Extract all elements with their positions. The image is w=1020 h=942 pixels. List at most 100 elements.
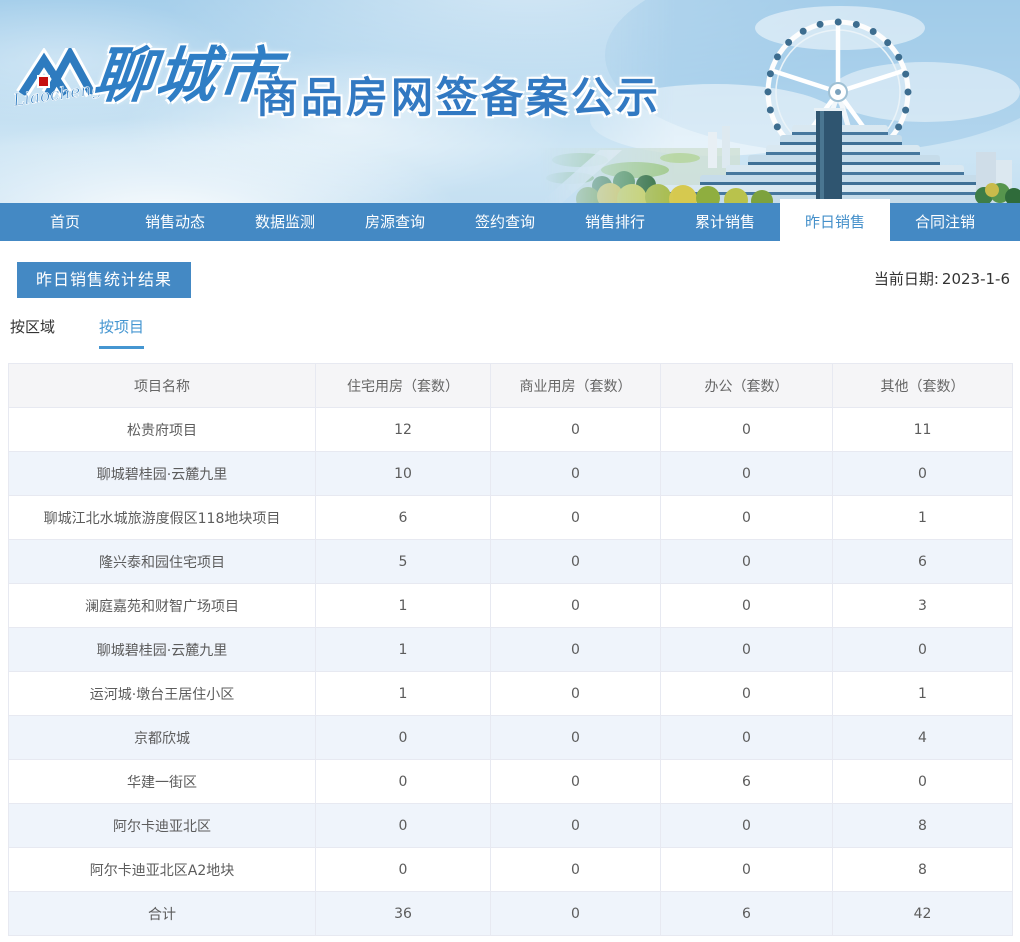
count-cell: 0 — [490, 803, 661, 848]
project-name-cell: 聊城碧桂园·云麓九里 — [8, 451, 316, 496]
column-header: 项目名称 — [8, 363, 316, 408]
column-header: 商业用房（套数） — [490, 363, 661, 408]
count-cell: 0 — [315, 847, 491, 892]
column-header: 其他（套数） — [832, 363, 1013, 408]
tab-by-project[interactable]: 按项目 — [99, 316, 145, 349]
count-cell: 0 — [490, 671, 661, 716]
table-row: 华建一街区 0 0 6 0 — [8, 759, 1013, 804]
table-row: 聊城碧桂园·云麓九里 10 0 0 0 — [8, 451, 1013, 496]
count-cell: 0 — [660, 539, 833, 584]
count-cell: 3 — [832, 583, 1013, 628]
project-name-cell: 澜庭嘉苑和财智广场项目 — [8, 583, 316, 628]
count-cell: 0 — [315, 715, 491, 760]
section-title-badge: 昨日销售统计结果 — [17, 262, 192, 298]
tab-by-region[interactable]: 按区域 — [10, 316, 55, 349]
count-cell: 36 — [315, 891, 491, 936]
count-cell: 1 — [832, 495, 1013, 540]
count-cell: 0 — [490, 715, 661, 760]
project-name-cell: 阿尔卡迪亚北区 — [8, 803, 316, 848]
site-banner: Liaocheng 聊城市 商品房网签备案公示 — [0, 0, 1020, 203]
count-cell: 6 — [315, 495, 491, 540]
table-header-row: 项目名称 住宅用房（套数） 商业用房（套数） 办公（套数） 其他（套数） — [8, 363, 1013, 408]
count-cell: 42 — [832, 891, 1013, 936]
count-cell: 0 — [490, 759, 661, 804]
count-cell: 0 — [832, 451, 1013, 496]
table-row: 阿尔卡迪亚北区A2地块 0 0 0 8 — [8, 847, 1013, 892]
count-cell: 1 — [315, 671, 491, 716]
count-cell: 0 — [660, 407, 833, 452]
count-cell: 6 — [660, 759, 833, 804]
count-cell: 5 — [315, 539, 491, 584]
count-cell: 1 — [315, 583, 491, 628]
nav-item-9[interactable]: 合同注销 — [890, 203, 1000, 241]
count-cell: 0 — [490, 451, 661, 496]
date-label: 当前日期: — [873, 270, 939, 288]
table-row: 澜庭嘉苑和财智广场项目 1 0 0 3 — [8, 583, 1013, 628]
site-title: 商品房网签备案公示 — [256, 73, 662, 122]
nav-item-2[interactable]: 销售动态 — [120, 203, 230, 241]
table-row-total: 合计 36 0 6 42 — [8, 891, 1013, 936]
nav-item-1[interactable]: 首页 — [10, 203, 120, 241]
project-name-cell: 运河城·墩台王居住小区 — [8, 671, 316, 716]
nav-item-3[interactable]: 数据监测 — [230, 203, 340, 241]
count-cell: 0 — [660, 495, 833, 540]
count-cell: 0 — [490, 539, 661, 584]
nav-list: 首页 销售动态 数据监测 房源查询 签约查询 销售排行 累计销售 昨日销售 合同注销 — [0, 199, 1020, 241]
table-row: 聊城碧桂园·云麓九里 1 0 0 0 — [8, 627, 1013, 672]
count-cell: 0 — [490, 627, 661, 672]
project-name-cell: 松贵府项目 — [8, 407, 316, 452]
count-cell: 8 — [832, 803, 1013, 848]
project-name-cell: 华建一街区 — [8, 759, 316, 804]
nav-item-5[interactable]: 签约查询 — [450, 203, 560, 241]
count-cell: 0 — [490, 495, 661, 540]
column-header: 办公（套数） — [660, 363, 833, 408]
count-cell: 1 — [315, 627, 491, 672]
count-cell: 0 — [832, 627, 1013, 672]
page-header-row: 昨日销售统计结果 当前日期: 2023-1-6 — [17, 262, 1010, 298]
count-cell: 12 — [315, 407, 491, 452]
count-cell: 6 — [832, 539, 1013, 584]
table-row: 聊城江北水城旅游度假区118地块项目 6 0 0 1 — [8, 495, 1013, 540]
count-cell: 0 — [490, 891, 661, 936]
view-tabs: 按区域 按项目 — [10, 316, 1020, 349]
brand-name-calligraphy: 聊城市 — [90, 41, 284, 111]
sales-table: 项目名称 住宅用房（套数） 商业用房（套数） 办公（套数） 其他（套数） 松贵府项目 12… — [8, 363, 1013, 936]
nav-item-8[interactable]: 昨日销售 — [780, 199, 890, 241]
nav-item-7[interactable]: 累计销售 — [670, 203, 780, 241]
current-date: 当前日期: 2023-1-6 — [871, 268, 1010, 289]
project-name-cell: 聊城江北水城旅游度假区118地块项目 — [8, 495, 316, 540]
project-name-cell: 隆兴泰和园住宅项目 — [8, 539, 316, 584]
count-cell: 0 — [660, 715, 833, 760]
project-name-cell: 合计 — [8, 891, 316, 936]
content-area: 昨日销售统计结果 当前日期: 2023-1-6 按区域 按项目 项目名称 住宅用房（套… — [0, 262, 1020, 936]
count-cell: 0 — [490, 847, 661, 892]
count-cell: 10 — [315, 451, 491, 496]
table-row: 运河城·墩台王居住小区 1 0 0 1 — [8, 671, 1013, 716]
nav-item-6[interactable]: 销售排行 — [560, 203, 670, 241]
table-row: 隆兴泰和园住宅项目 5 0 0 6 — [8, 539, 1013, 584]
count-cell: 0 — [490, 583, 661, 628]
table-row: 京都欣城 0 0 0 4 — [8, 715, 1013, 760]
date-value: 2023-1-6 — [941, 270, 1010, 288]
project-name-cell: 京都欣城 — [8, 715, 316, 760]
table-row: 阿尔卡迪亚北区 0 0 0 8 — [8, 803, 1013, 848]
count-cell: 4 — [832, 715, 1013, 760]
count-cell: 0 — [315, 759, 491, 804]
count-cell: 0 — [490, 407, 661, 452]
count-cell: 6 — [660, 891, 833, 936]
count-cell: 0 — [660, 583, 833, 628]
count-cell: 0 — [660, 803, 833, 848]
main-nav: 首页 销售动态 数据监测 房源查询 签约查询 销售排行 累计销售 昨日销售 合同注销 — [0, 199, 1020, 241]
count-cell: 0 — [315, 803, 491, 848]
project-name-cell: 阿尔卡迪亚北区A2地块 — [8, 847, 316, 892]
nav-item-4[interactable]: 房源查询 — [340, 203, 450, 241]
count-cell: 0 — [832, 759, 1013, 804]
count-cell: 1 — [832, 671, 1013, 716]
count-cell: 8 — [832, 847, 1013, 892]
project-name-cell: 聊城碧桂园·云麓九里 — [8, 627, 316, 672]
count-cell: 0 — [660, 451, 833, 496]
count-cell: 0 — [660, 671, 833, 716]
count-cell: 11 — [832, 407, 1013, 452]
count-cell: 0 — [660, 847, 833, 892]
column-header: 住宅用房（套数） — [315, 363, 491, 408]
